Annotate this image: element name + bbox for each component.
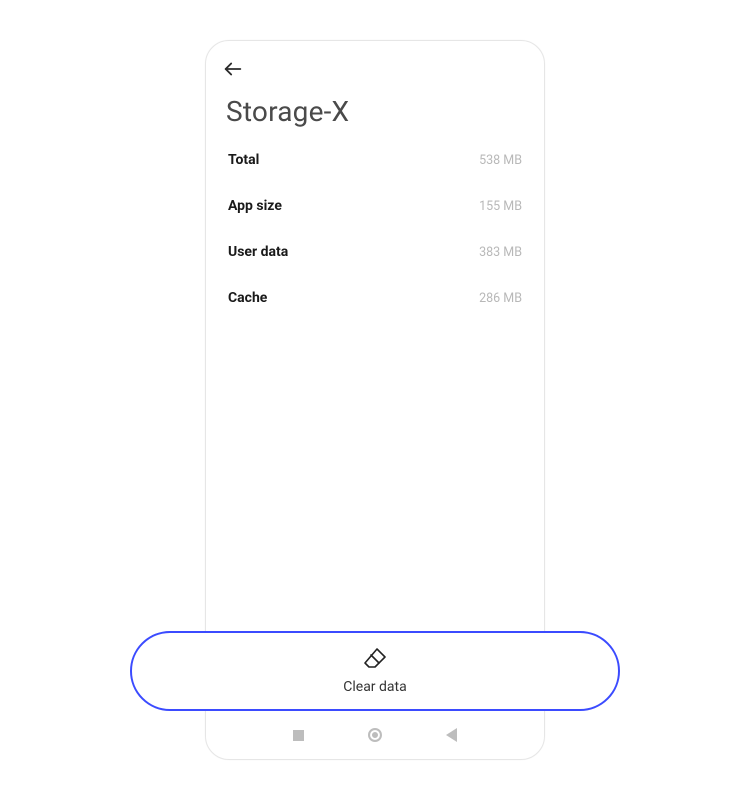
nav-recent-icon[interactable] — [293, 730, 304, 741]
eraser-icon — [363, 647, 387, 673]
clear-data-label: Clear data — [343, 679, 406, 695]
row-value: 383 MB — [479, 245, 522, 260]
row-label: Cache — [228, 290, 267, 306]
android-nav-bar — [206, 721, 544, 749]
row-label: User data — [228, 244, 288, 260]
row-label: Total — [228, 152, 259, 168]
storage-row-cache: Cache 286 MB — [228, 290, 522, 306]
row-value: 155 MB — [479, 199, 522, 214]
clear-data-button[interactable]: Clear data — [130, 631, 620, 711]
phone-frame: Storage-X Total 538 MB App size 155 MB U… — [205, 40, 545, 760]
nav-home-icon[interactable] — [368, 728, 382, 742]
row-value: 286 MB — [479, 291, 522, 306]
storage-row-userdata: User data 383 MB — [228, 244, 522, 260]
back-button[interactable] — [222, 55, 250, 83]
top-bar — [206, 41, 544, 83]
page-title: Storage-X — [226, 95, 524, 128]
row-value: 538 MB — [479, 153, 522, 168]
storage-rows: Total 538 MB App size 155 MB User data 3… — [206, 146, 544, 306]
storage-row-appsize: App size 155 MB — [228, 198, 522, 214]
arrow-left-icon — [222, 58, 244, 80]
nav-back-icon[interactable] — [446, 728, 457, 742]
storage-row-total: Total 538 MB — [228, 152, 522, 168]
page-title-wrap: Storage-X — [206, 83, 544, 146]
app-canvas: Storage-X Total 538 MB App size 155 MB U… — [0, 0, 750, 800]
row-label: App size — [228, 198, 282, 214]
